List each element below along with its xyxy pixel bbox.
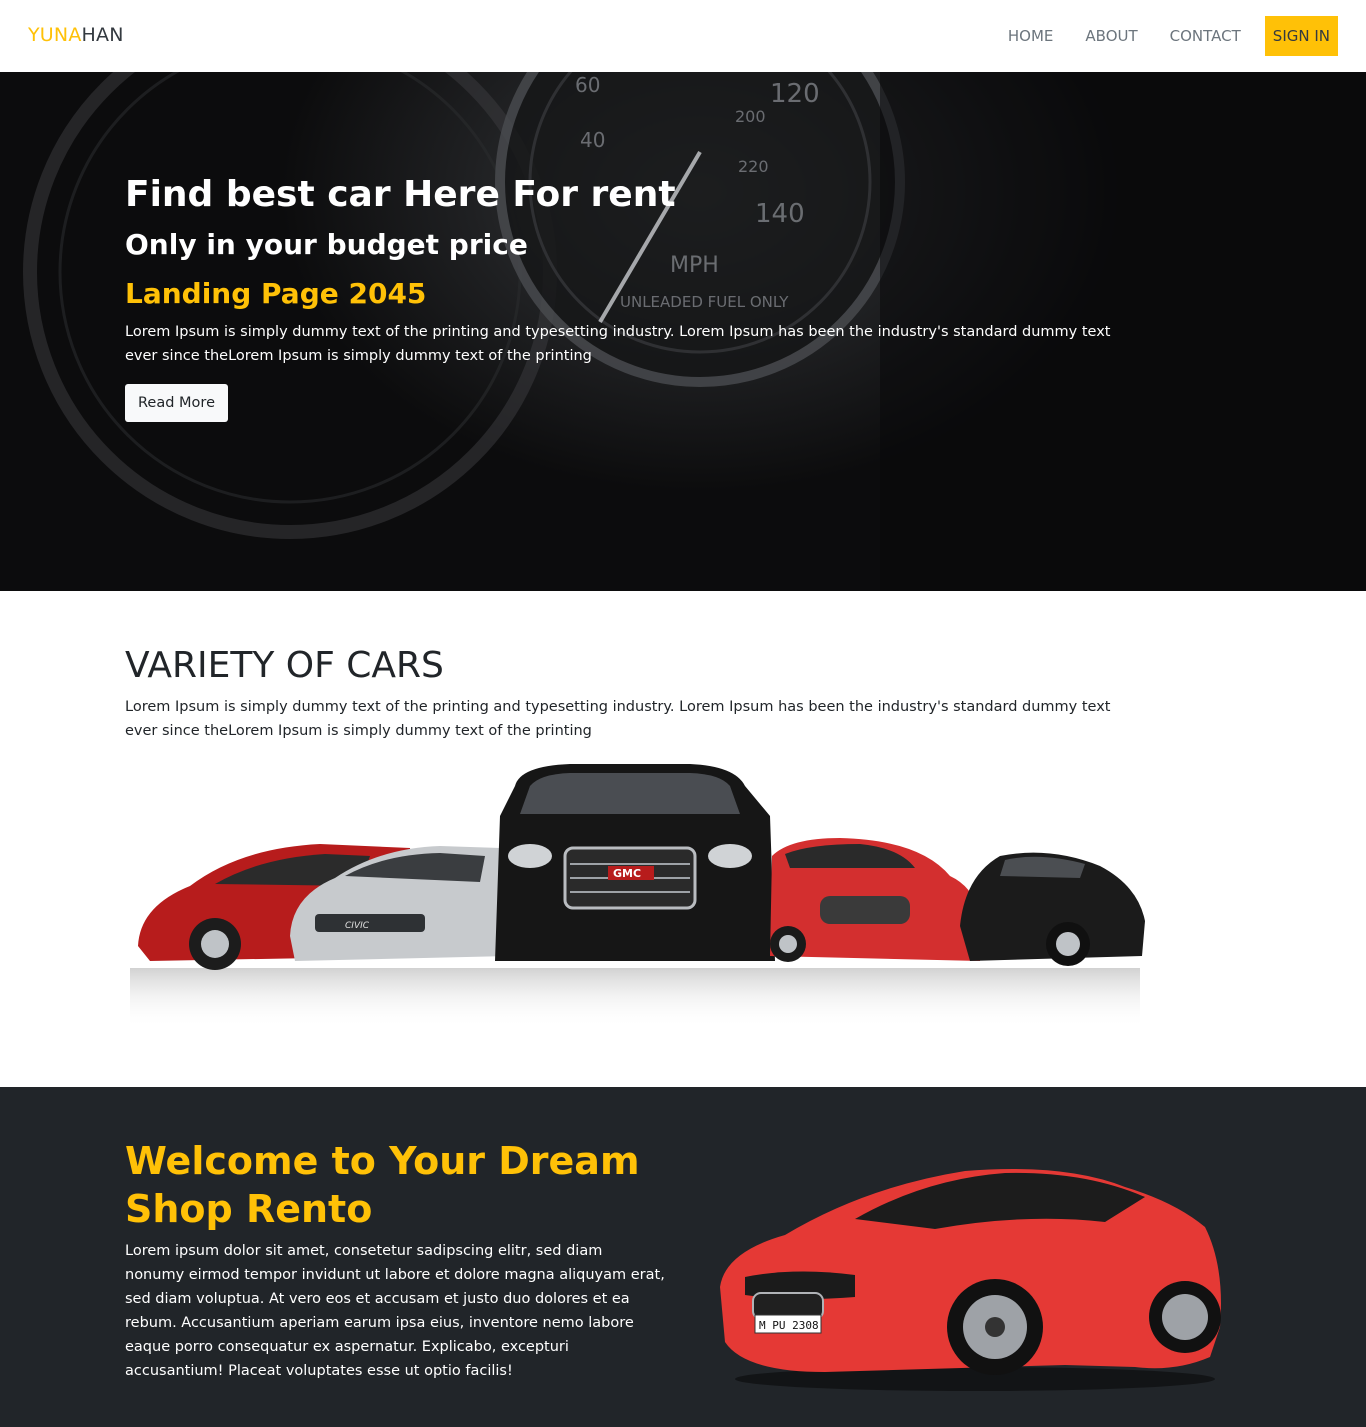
hero-title: Find best car Here For rent: [125, 174, 676, 215]
dial-number: 120: [770, 79, 820, 109]
welcome-title: Welcome to Your Dream Shop Rento: [125, 1139, 640, 1231]
red-sports-car-image: M PU 2308: [720, 1169, 1221, 1391]
gmc-badge: GMC: [613, 867, 641, 880]
sign-in-button[interactable]: SIGN IN: [1264, 16, 1338, 56]
dial-number: 200: [735, 107, 766, 126]
hero-tagline: Landing Page 2045: [125, 277, 427, 310]
brand-part-1: YUNA: [28, 24, 82, 46]
hero-subtitle: Only in your budget price: [125, 228, 528, 261]
nav-link-contact[interactable]: CONTACT: [1170, 16, 1241, 56]
nav-link-about[interactable]: ABOUT: [1085, 16, 1137, 56]
hero-section: 60 40 120 200 220 140 MPH UNLEADED FUEL …: [0, 72, 1366, 591]
brand-logo[interactable]: YUNAHAN: [28, 24, 124, 46]
nav-link-home[interactable]: HOME: [1008, 16, 1054, 56]
variety-title: VARIETY OF CARS: [125, 645, 444, 686]
read-more-button[interactable]: Read More: [125, 384, 228, 422]
license-plate: M PU 2308: [759, 1319, 819, 1332]
black-gmc-suv: GMC: [495, 764, 775, 961]
dial-number: 40: [580, 128, 605, 152]
nav-menu: HOME ABOUT CONTACT SIGN IN: [976, 16, 1338, 56]
car-lineup-image: CIVIC GMC: [130, 764, 1145, 1028]
dial-number: 60: [575, 73, 600, 97]
black-sedan-car: [960, 852, 1145, 966]
hero-content: Find best car Here For rent Only in your…: [125, 170, 1125, 422]
civic-badge: CIVIC: [345, 921, 370, 931]
red-sedan-car: [770, 838, 982, 962]
brand-part-2: HAN: [81, 24, 124, 46]
navbar: YUNAHAN HOME ABOUT CONTACT SIGN IN: [0, 0, 1366, 72]
welcome-text: Lorem ipsum dolor sit amet, consetetur s…: [125, 1243, 665, 1379]
hero-text: Lorem Ipsum is simply dummy text of the …: [125, 324, 1111, 364]
welcome-section: Welcome to Your Dream Shop Rento Lorem i…: [0, 1087, 1366, 1427]
variety-section: VARIETY OF CARS Lorem Ipsum is simply du…: [0, 591, 1366, 1087]
variety-text: Lorem Ipsum is simply dummy text of the …: [125, 699, 1111, 739]
